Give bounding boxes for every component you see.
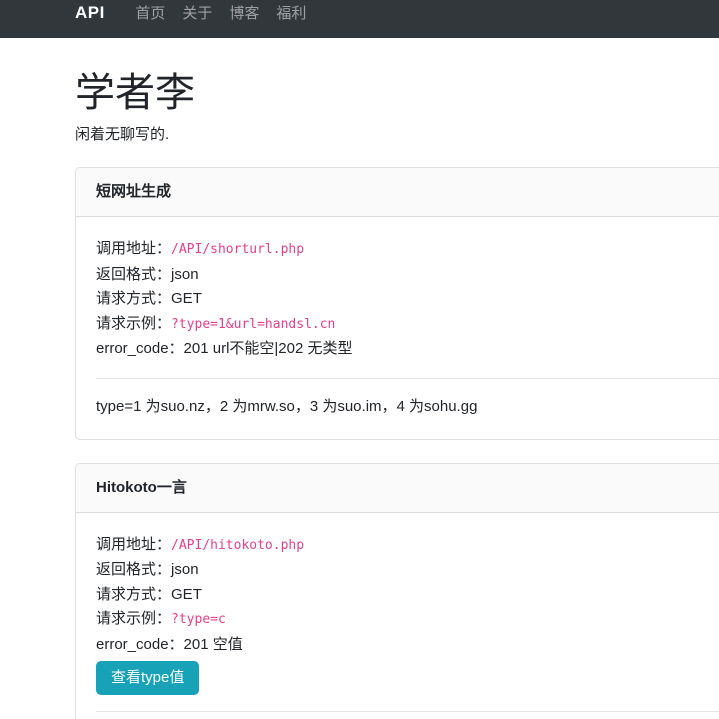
card-shorturl: 短网址生成 调用地址：/API/shorturl.php 返回格式：json 请… [75,167,719,440]
divider [96,378,719,379]
card-shorturl-body: 调用地址：/API/shorturl.php 返回格式：json 请求方式：GE… [76,217,719,439]
nav-item-blog[interactable]: 博客 [221,2,268,23]
field-value: 201 url不能空|202 无类型 [184,340,353,357]
field-label: 请求方式： [96,290,171,307]
card-hitokoto-title: Hitokoto一言 [76,464,719,513]
page-subtitle: 闲着无聊写的. [75,124,719,146]
field-value-code: ?type=c [171,612,226,627]
card-hitokoto: Hitokoto一言 调用地址：/API/hitokoto.php 返回格式：j… [75,463,719,719]
type-note: type=1 为suo.nz，2 为mrw.so，3 为suo.im，4 为so… [96,395,719,419]
field-label: 返回格式： [96,266,171,283]
api-field-row: 调用地址：/API/hitokoto.php [96,533,719,559]
field-value: GET [171,586,202,603]
field-label: error_code： [96,340,184,357]
view-type-button[interactable]: 查看type值 [96,661,199,695]
card-shorturl-title: 短网址生成 [76,168,719,217]
field-value: GET [171,290,202,307]
field-value-code: ?type=1&url=handsl.cn [171,317,335,332]
api-field-row: 请求方式：GET [96,583,719,608]
page-title: 学者李 [75,71,719,115]
field-value-code: /API/hitokoto.php [171,538,304,553]
nav-item-welfare[interactable]: 福利 [268,2,315,23]
field-label: 请求示例： [96,315,171,332]
navbar-inner: API 首页 关于 博客 福利 [0,0,315,25]
brand-link[interactable]: API [75,3,105,23]
field-label: 请求示例： [96,610,171,627]
api-field-row: 调用地址：/API/shorturl.php [96,237,719,263]
field-label: 调用地址： [96,536,171,553]
top-navbar: API 首页 关于 博客 福利 [0,0,719,38]
field-value: json [171,266,199,283]
field-label: 返回格式： [96,561,171,578]
field-label: error_code： [96,636,184,653]
card-hitokoto-body: 调用地址：/API/hitokoto.php 返回格式：json 请求方式：GE… [76,513,719,719]
api-field-row: 请求方式：GET [96,287,719,312]
field-value: 201 空值 [184,636,243,653]
nav-item-about[interactable]: 关于 [174,2,221,23]
api-field-row: error_code：201 url不能空|202 无类型 [96,337,719,362]
nav-item-home[interactable]: 首页 [127,2,174,23]
api-field-row: 返回格式：json [96,263,719,288]
field-label: 调用地址： [96,240,171,257]
api-field-row: error_code：201 空值 [96,633,719,658]
api-field-row: 请求示例：?type=c [96,607,719,633]
divider [96,711,719,712]
api-field-row: 返回格式：json [96,558,719,583]
field-label: 请求方式： [96,586,171,603]
field-value-code: /API/shorturl.php [171,242,304,257]
api-field-row: 请求示例：?type=1&url=handsl.cn [96,312,719,338]
field-value: json [171,561,199,578]
main-container: 学者李 闲着无聊写的. 短网址生成 调用地址：/API/shorturl.php… [75,71,719,719]
